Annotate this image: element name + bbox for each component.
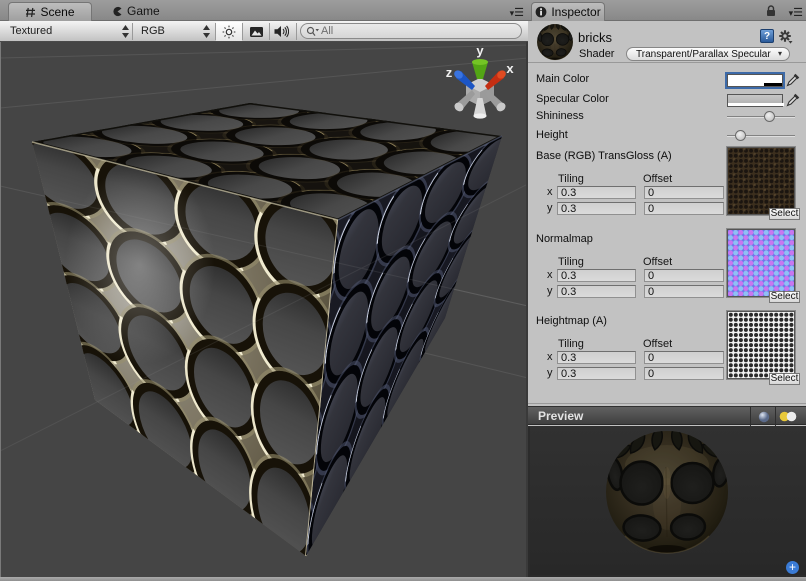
svg-text:z: z (446, 65, 453, 80)
svg-text:y: y (476, 43, 484, 58)
svg-text:x: x (506, 61, 514, 76)
